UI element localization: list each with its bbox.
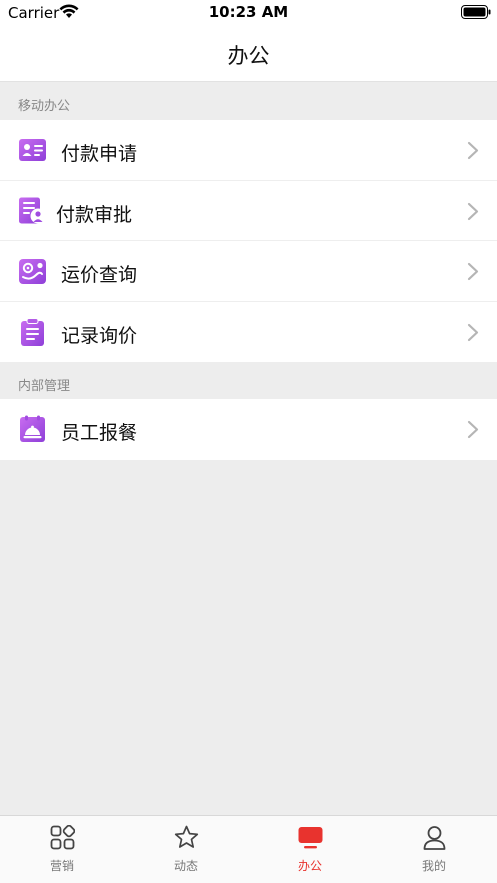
monitor-icon (298, 827, 323, 849)
grid-apps-icon (50, 825, 75, 850)
clock-time: 10:23 AM (208, 3, 289, 21)
navigation-bar: 办公 (0, 24, 497, 82)
tab-office[interactable]: 办公 (248, 816, 372, 883)
list-item-label: 运价查询 (61, 264, 138, 286)
list-item-label: 员工报餐 (61, 422, 138, 444)
tab-bar: 营销 动态 办公 我的 (0, 815, 497, 883)
person-icon (423, 826, 446, 850)
tab-label: 办公 (297, 859, 322, 873)
list-item-freight-query[interactable]: 运价查询 (0, 241, 497, 302)
list-item-label: 付款审批 (56, 203, 133, 226)
route-map-icon (19, 259, 46, 284)
tab-label: 动态 (173, 859, 198, 873)
list-item-record-inquiry[interactable]: 记录询价 (0, 301, 497, 362)
tab-activity[interactable]: 动态 (124, 816, 248, 883)
list-item-payment-approval[interactable]: 付款审批 (0, 180, 497, 241)
app-screen: Carrier 10:23 AM 办公 移动办公 付款申请 付款审批 运价查询 … (0, 0, 497, 883)
section-header-label: 内部管理 (18, 379, 71, 394)
chevron-right-icon (467, 323, 479, 341)
chevron-right-icon (467, 262, 479, 281)
list-item-label: 记录询价 (61, 324, 138, 347)
section-header-mobile-office: 移动办公 (0, 82, 497, 120)
page-title: 办公 (227, 44, 270, 68)
section-header-label: 移动办公 (18, 99, 71, 114)
star-icon (174, 825, 199, 848)
chevron-right-icon (467, 141, 479, 160)
tab-label: 营销 (49, 859, 74, 873)
internal-management-list: 员工报餐 (0, 399, 497, 460)
tab-marketing[interactable]: 营销 (0, 816, 124, 883)
tab-mine[interactable]: 我的 (372, 816, 496, 883)
id-card-icon (19, 139, 46, 161)
mobile-office-list: 付款申请 付款审批 运价查询 记录询价 (0, 120, 497, 362)
chevron-right-icon (467, 202, 479, 220)
document-user-icon (19, 197, 46, 223)
battery-icon (461, 5, 491, 19)
list-item-label: 付款申请 (61, 143, 138, 165)
list-item-payment-request[interactable]: 付款申请 (0, 120, 497, 181)
clipboard-icon (21, 317, 44, 346)
status-bar: Carrier 10:23 AM (0, 0, 497, 24)
meal-cloche-icon (20, 415, 45, 442)
list-item-staff-meal[interactable]: 员工报餐 (0, 399, 497, 460)
chevron-right-icon (467, 420, 479, 439)
section-header-internal-management: 内部管理 (0, 362, 497, 400)
tab-label: 我的 (421, 859, 446, 873)
